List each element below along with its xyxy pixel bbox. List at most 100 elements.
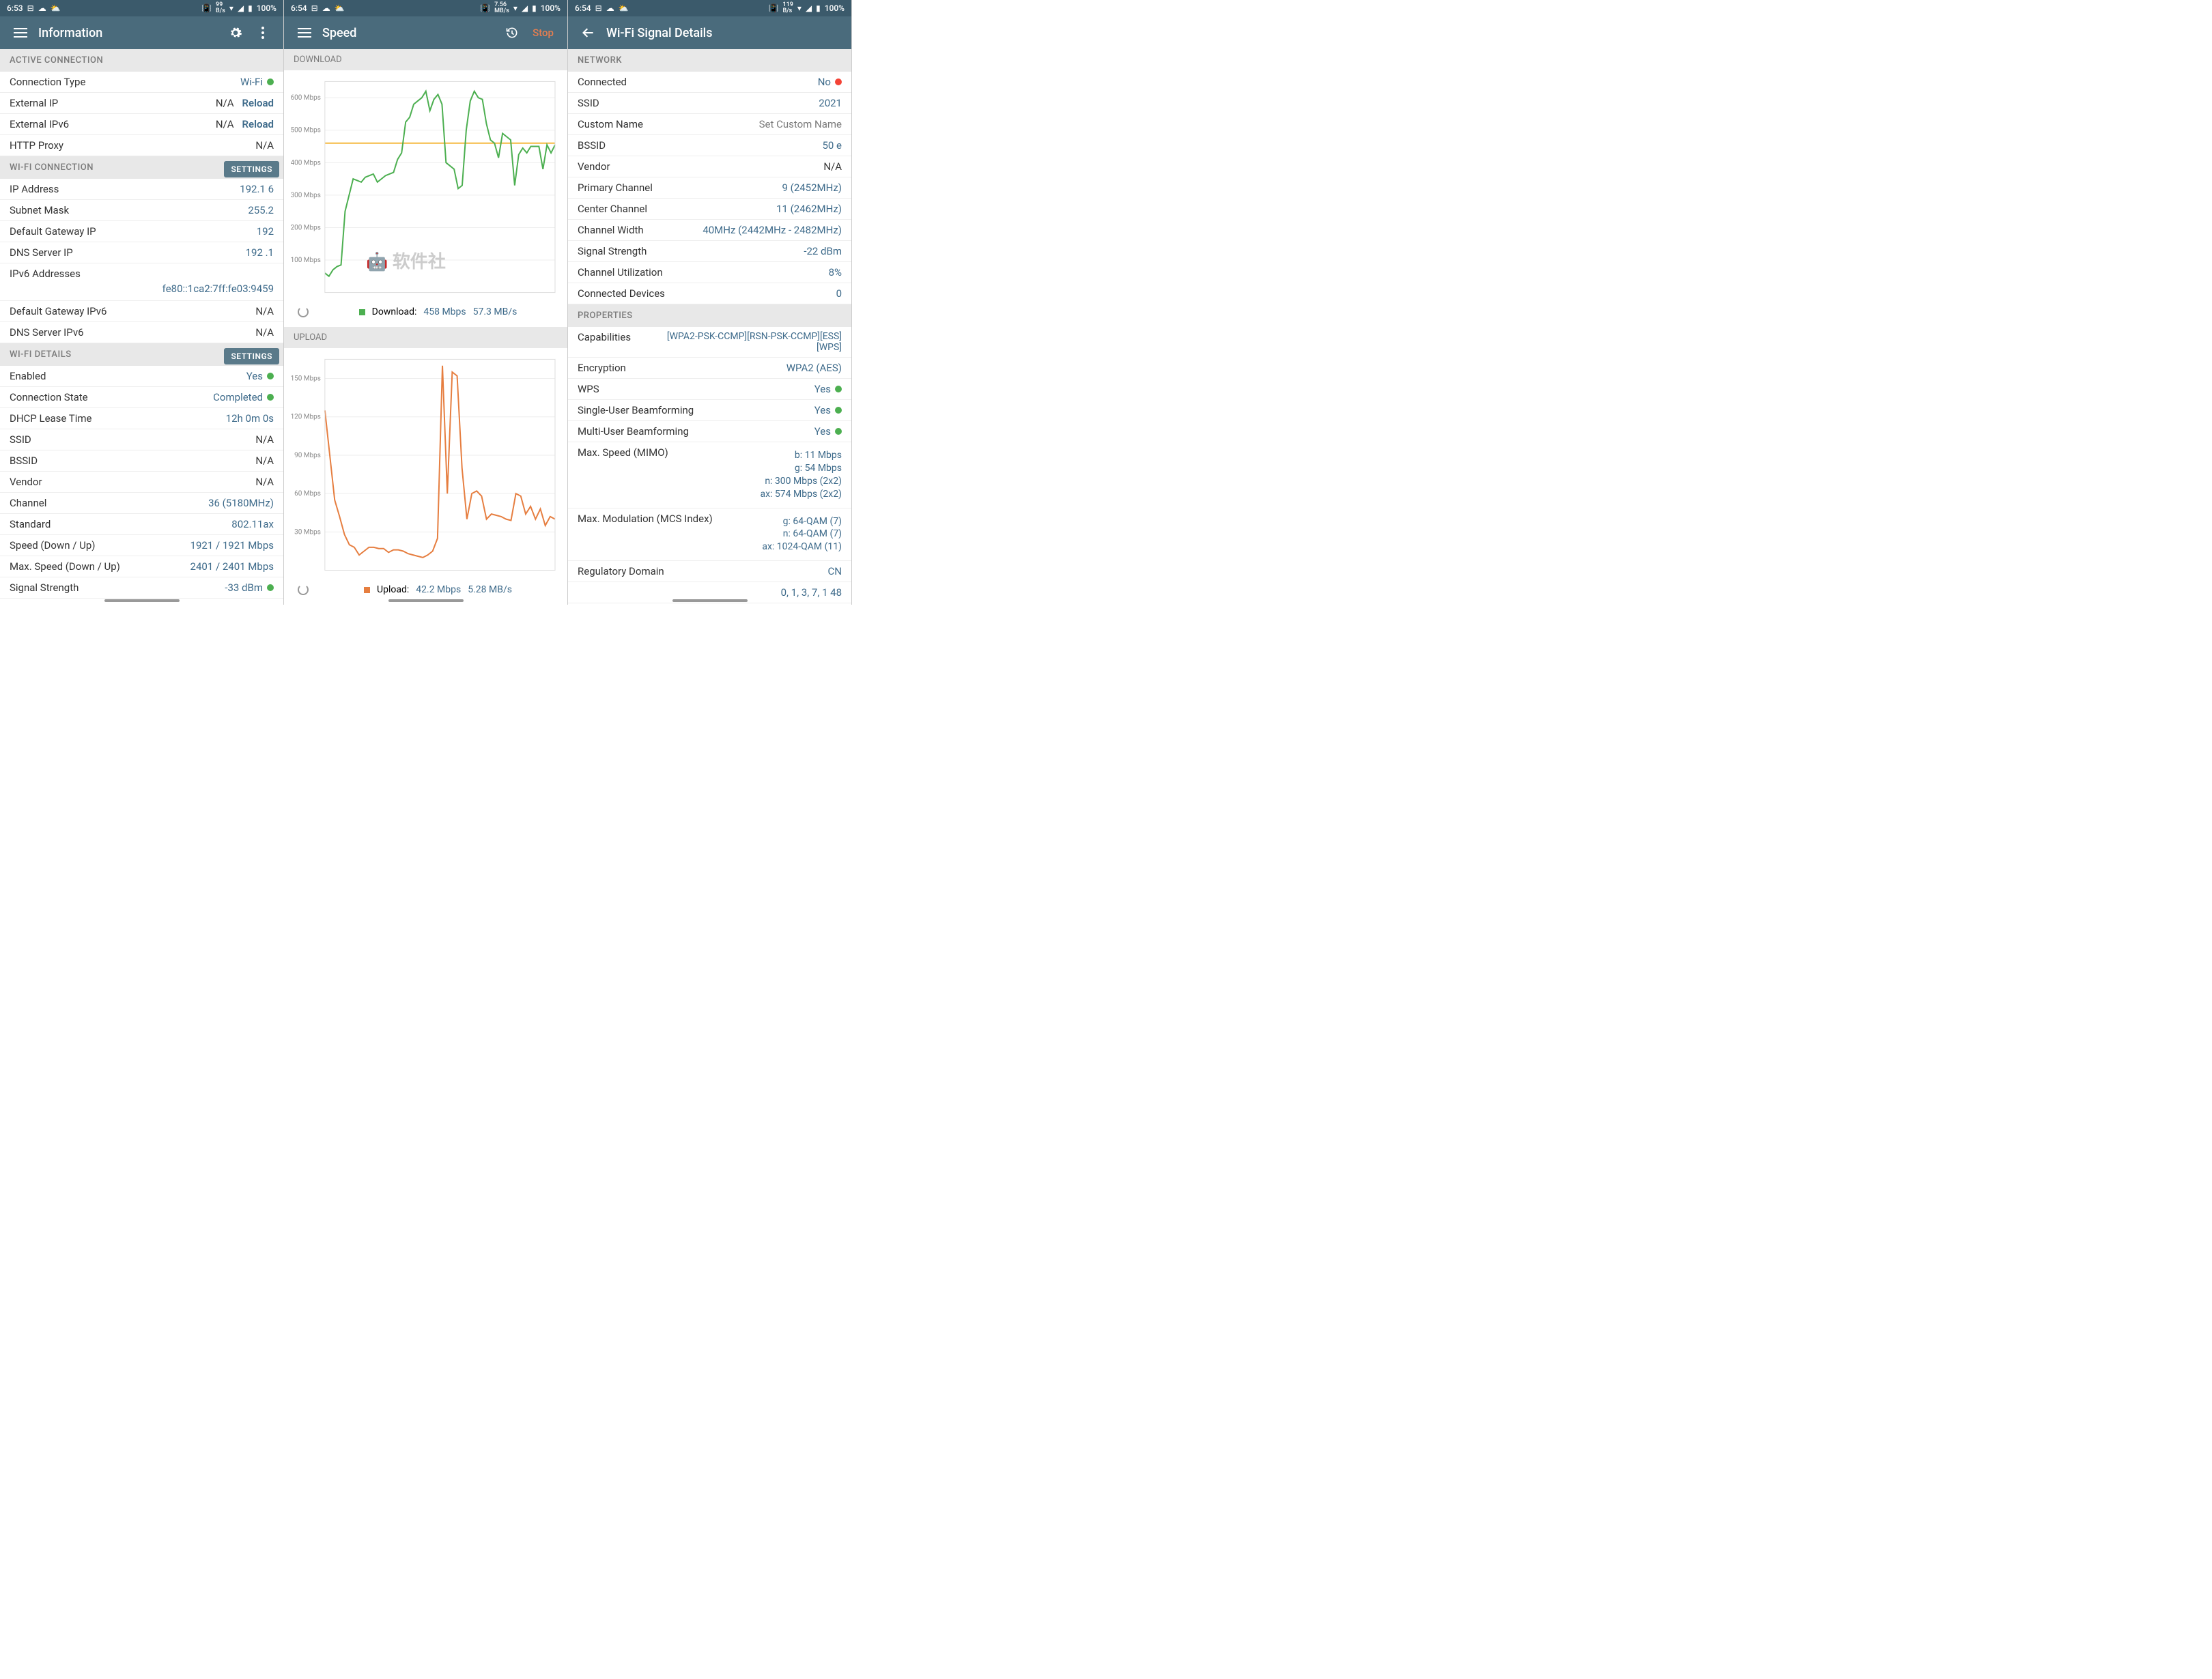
row-standard[interactable]: Standard802.11ax	[0, 514, 283, 535]
section-upload: UPLOAD	[284, 327, 567, 348]
cloud2-icon: ⛅	[335, 3, 345, 13]
status-time: 6:53	[7, 3, 23, 13]
vibrate-icon: 📳	[480, 3, 490, 13]
battery-icon: ▮	[248, 3, 253, 13]
section-active-connection: ACTIVE CONNECTION	[0, 49, 283, 72]
page-title: Wi-Fi Signal Details	[606, 26, 843, 40]
status-dot	[267, 584, 274, 591]
row-channel-utilization[interactable]: Channel Utilization8%	[568, 262, 851, 283]
stop-button[interactable]: Stop	[527, 27, 559, 39]
screen-wifi-details: 6:54 ⊟ ☁ ⛅ 📳 119B/s ▾ ◢ ▮ 100% Wi-Fi Sig…	[568, 0, 852, 605]
row-vendor[interactable]: VendorN/A	[0, 472, 283, 493]
svg-text:600 Mbps: 600 Mbps	[291, 94, 321, 102]
section-wifi-details: WI-FI DETAILSSETTINGS	[0, 343, 283, 366]
signal-icon: ◢	[522, 3, 528, 13]
status-bar: 6:53 ⊟ ☁ ⛅ 📳 99B/s ▾ ◢ ▮ 100%	[0, 0, 283, 16]
battery-pct: 100%	[541, 3, 561, 13]
row-connection-state[interactable]: Connection StateCompleted	[0, 387, 283, 408]
row-encryption[interactable]: EncryptionWPA2 (AES)	[568, 358, 851, 379]
legend-label: Download:	[372, 306, 417, 317]
row-bssid[interactable]: BSSID50 e	[568, 135, 851, 156]
row-center-channel[interactable]: Center Channel11 (2462MHz)	[568, 199, 851, 220]
row-channel[interactable]: Channel36 (5180MHz)	[0, 493, 283, 514]
row-custom-name[interactable]: Custom NameSet Custom Name	[568, 114, 851, 135]
legend-dot	[364, 587, 370, 593]
row-capabilities[interactable]: Capabilities[WPA2-PSK-CCMP][RSN-PSK-CCMP…	[568, 327, 851, 358]
section-wifi-connection: WI-FI CONNECTIONSETTINGS	[0, 156, 283, 179]
row-max-modulation[interactable]: Max. Modulation (MCS Index) g: 64-QAM (7…	[568, 508, 851, 562]
battery-pct: 100%	[825, 3, 845, 13]
reload-link[interactable]: Reload	[242, 97, 274, 109]
row-http-proxy[interactable]: HTTP ProxyN/A	[0, 135, 283, 156]
row-max-speed[interactable]: Max. Speed (Down / Up)2401 / 2401 Mbps	[0, 556, 283, 577]
cloud-icon: ☁	[38, 3, 46, 13]
row-ssid[interactable]: SSIDN/A	[0, 429, 283, 450]
row-signal-strength[interactable]: Signal Strength-33 dBm	[0, 577, 283, 599]
cloud-icon: ☁	[606, 3, 614, 13]
row-primary-channel[interactable]: Primary Channel9 (2452MHz)	[568, 177, 851, 199]
svg-text:200 Mbps: 200 Mbps	[291, 224, 321, 231]
svg-text:30 Mbps: 30 Mbps	[294, 528, 321, 536]
row-regulatory-domain[interactable]: Regulatory DomainCN	[568, 561, 851, 582]
row-wps[interactable]: WPSYes	[568, 379, 851, 400]
row-dns-ipv6[interactable]: DNS Server IPv6N/A	[0, 322, 283, 343]
cloud2-icon: ⛅	[619, 3, 629, 13]
row-dns-server[interactable]: DNS Server IP192 .1	[0, 242, 283, 263]
settings-button[interactable]: SETTINGS	[224, 161, 279, 177]
section-network: NETWORK	[568, 49, 851, 72]
page-title: Speed	[322, 26, 500, 40]
row-connected[interactable]: ConnectedNo	[568, 72, 851, 93]
cloud-icon: ☁	[322, 3, 330, 13]
app-bar: Speed Stop	[284, 16, 567, 49]
row-speed[interactable]: Speed (Down / Up)1921 / 1921 Mbps	[0, 535, 283, 556]
nav-pill	[104, 599, 180, 602]
cloud2-icon: ⛅	[51, 3, 61, 13]
history-icon[interactable]	[500, 20, 524, 45]
section-properties: PROPERTIES	[568, 304, 851, 327]
status-bar: 6:54 ⊟ ☁ ⛅ 📳 7.56MB/s ▾ ◢ ▮ 100%	[284, 0, 567, 16]
row-ip-address[interactable]: IP Address192.1 6	[0, 179, 283, 200]
upload-chart-svg: 30 Mbps60 Mbps90 Mbps120 Mbps150 Mbps	[291, 352, 561, 577]
row-su-beamforming[interactable]: Single-User BeamformingYes	[568, 400, 851, 421]
row-connected-devices[interactable]: Connected Devices0	[568, 283, 851, 304]
status-dot	[267, 394, 274, 401]
row-connection-type[interactable]: Connection TypeWi-Fi	[0, 72, 283, 93]
settings-button[interactable]: SETTINGS	[224, 348, 279, 364]
wifi-icon: ▾	[513, 3, 517, 13]
row-channel-width[interactable]: Channel Width40MHz (2442MHz - 2482MHz)	[568, 220, 851, 241]
upload-speed-value: 42.2 Mbps	[416, 584, 461, 595]
notif-icon: ⊟	[311, 3, 318, 13]
reload-link[interactable]: Reload	[242, 118, 274, 130]
status-dot	[835, 386, 842, 392]
download-bytes-value: 57.3 MB/s	[473, 306, 517, 317]
app-bar: Information	[0, 16, 283, 49]
row-ssid[interactable]: SSID2021	[568, 93, 851, 114]
status-time: 6:54	[291, 3, 307, 13]
notif-icon: ⊟	[595, 3, 602, 13]
row-vendor[interactable]: VendorN/A	[568, 156, 851, 177]
settings-icon[interactable]	[223, 20, 248, 45]
legend-label: Upload:	[377, 584, 409, 595]
row-signal-strength[interactable]: Signal Strength-22 dBm	[568, 241, 851, 262]
spinner-icon	[298, 306, 309, 317]
status-dot	[267, 373, 274, 379]
row-ipv6-addresses[interactable]: IPv6 Addressesfe80::1ca2:7ff:fe03:9459	[0, 263, 283, 301]
page-title: Information	[38, 26, 223, 40]
row-mu-beamforming[interactable]: Multi-User BeamformingYes	[568, 421, 851, 442]
status-dot	[835, 428, 842, 435]
row-subnet-mask[interactable]: Subnet Mask255.2	[0, 200, 283, 221]
row-max-speed-mimo[interactable]: Max. Speed (MIMO) b: 11 Mbps g: 54 Mbps …	[568, 442, 851, 508]
back-icon[interactable]	[576, 20, 601, 45]
menu-icon[interactable]	[8, 20, 33, 45]
row-bssid[interactable]: BSSIDN/A	[0, 450, 283, 472]
download-chart-svg: 100 Mbps200 Mbps300 Mbps400 Mbps500 Mbps…	[291, 74, 561, 300]
menu-icon[interactable]	[292, 20, 317, 45]
row-external-ipv6[interactable]: External IPv6N/AReload	[0, 114, 283, 135]
svg-text:500 Mbps: 500 Mbps	[291, 127, 321, 134]
row-enabled[interactable]: EnabledYes	[0, 366, 283, 387]
row-gateway-ipv6[interactable]: Default Gateway IPv6N/A	[0, 301, 283, 322]
overflow-icon[interactable]	[251, 20, 275, 45]
row-external-ip[interactable]: External IPN/AReload	[0, 93, 283, 114]
row-lease-time[interactable]: DHCP Lease Time12h 0m 0s	[0, 408, 283, 429]
row-default-gateway[interactable]: Default Gateway IP192	[0, 221, 283, 242]
